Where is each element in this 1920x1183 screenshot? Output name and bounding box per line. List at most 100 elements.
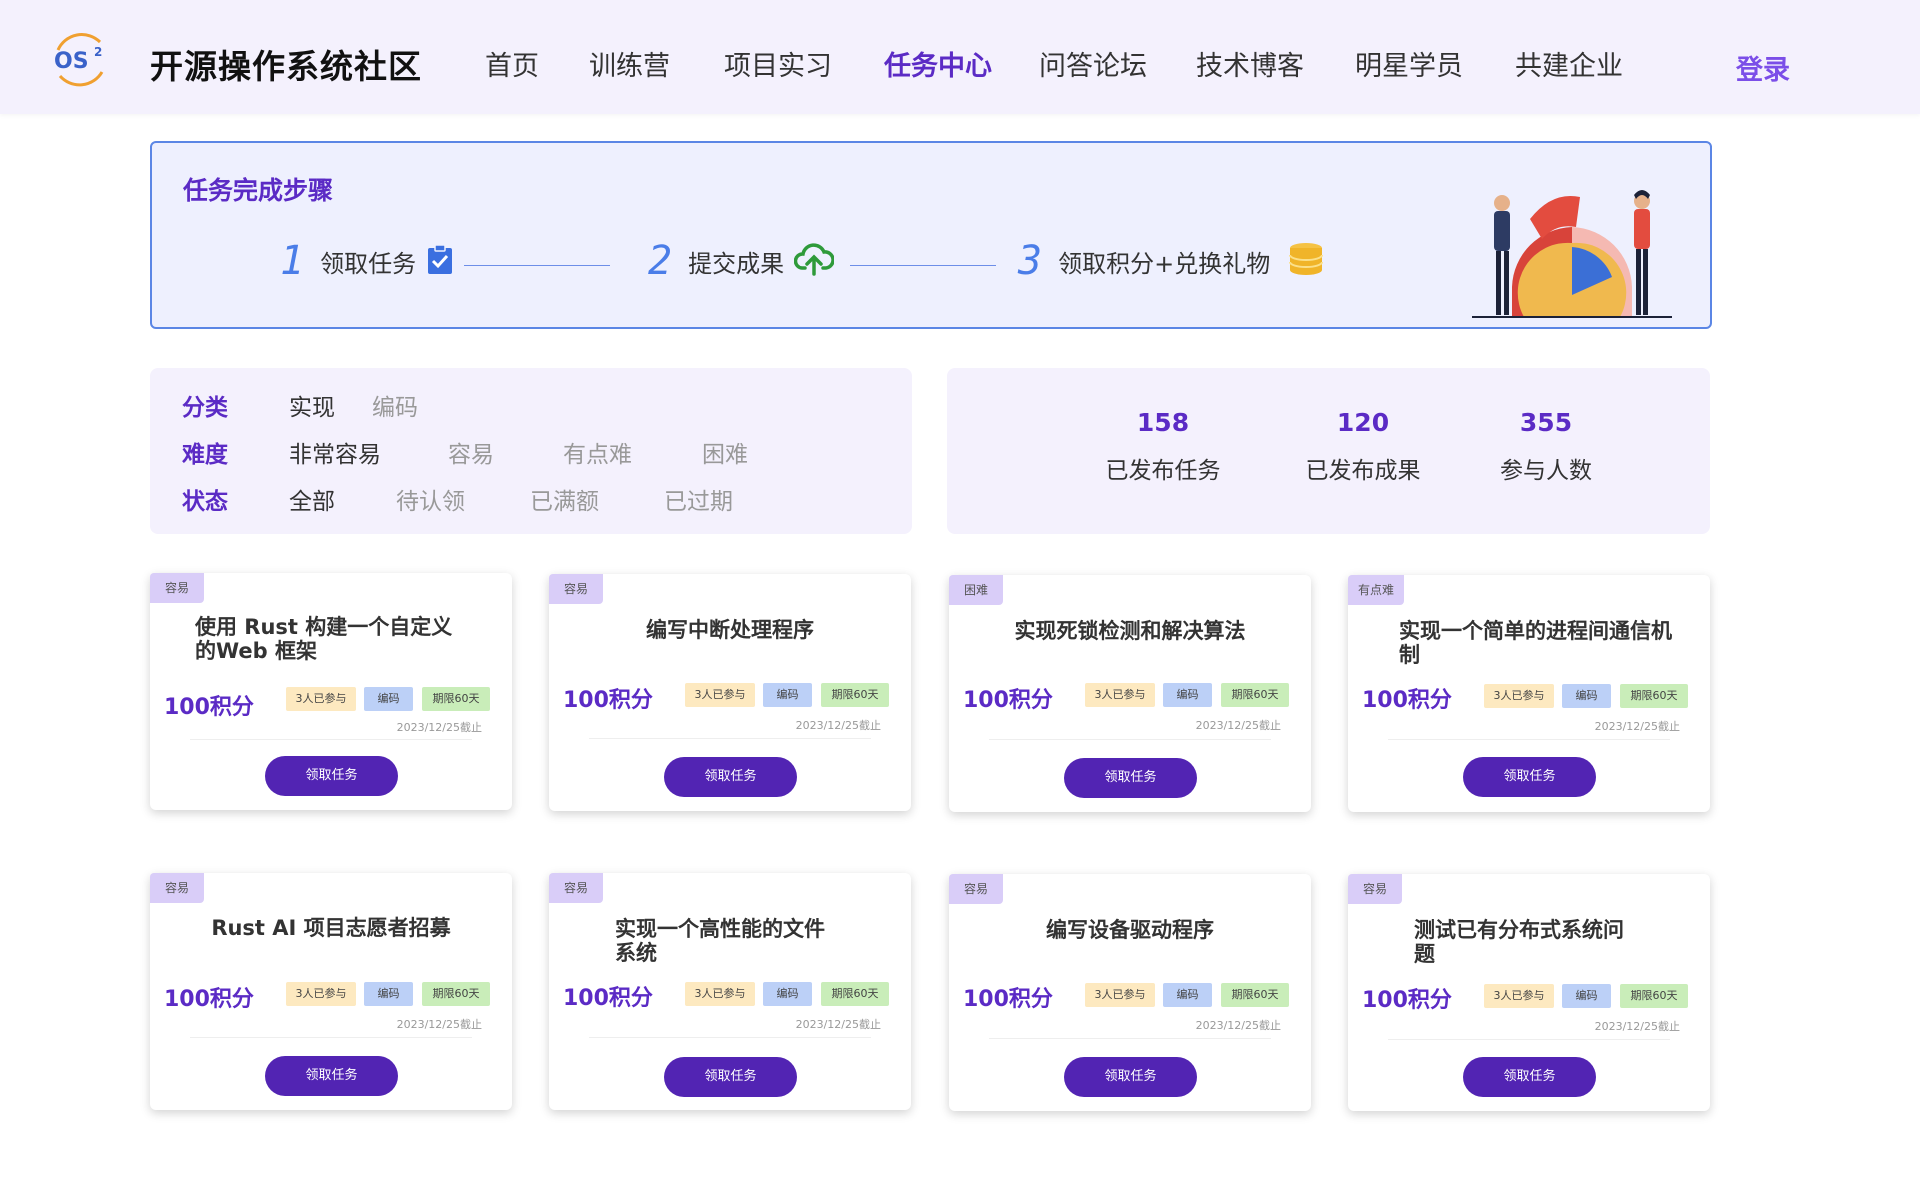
card-divider [989, 1038, 1271, 1039]
filter-option[interactable]: 全部 [289, 482, 335, 516]
stat-value: 355 [1519, 408, 1573, 437]
task-points: 100积分 [164, 695, 254, 720]
claim-task-button[interactable]: 领取任务 [1463, 1057, 1596, 1097]
claim-task-button[interactable]: 领取任务 [1463, 757, 1596, 797]
claim-task-button[interactable]: 领取任务 [1064, 758, 1197, 798]
task-card: 容易 测试已有分布式系统问题 100积分 3人已参与 编码 期限60天 2023… [1348, 874, 1710, 1111]
deadline-tag: 期限60天 [821, 683, 889, 707]
cloud-upload-icon [793, 242, 835, 280]
task-points: 100积分 [1362, 688, 1452, 713]
difficulty-badge: 容易 [150, 573, 204, 603]
task-card: 容易 编写设备驱动程序 100积分 3人已参与 编码 期限60天 2023/12… [949, 874, 1311, 1111]
type-tag: 编码 [364, 982, 413, 1006]
filter-option[interactable]: 待认领 [396, 482, 465, 516]
deadline-tag: 期限60天 [422, 687, 490, 711]
step-label: 领取任务 [320, 249, 417, 278]
site-logo[interactable]: OS 2 [50, 28, 110, 90]
claim-task-button[interactable]: 领取任务 [265, 1056, 398, 1096]
step-3: 3 领取积分+兑换礼物 [1018, 241, 1324, 281]
task-points: 100积分 [563, 688, 653, 713]
deadline-tag: 期限60天 [1221, 983, 1289, 1007]
claim-task-button[interactable]: 领取任务 [265, 756, 398, 796]
filter-option[interactable]: 已满额 [530, 482, 599, 516]
card-divider [190, 1037, 472, 1038]
filter-label-difficulty: 难度 [182, 442, 228, 468]
nav-blog[interactable]: 技术博客 [1196, 44, 1304, 83]
nav-bootcamp[interactable]: 训练营 [589, 44, 670, 83]
claim-task-button[interactable]: 领取任务 [664, 1057, 797, 1097]
filter-option[interactable]: 困难 [702, 435, 748, 469]
task-points: 100积分 [164, 987, 254, 1012]
difficulty-badge: 容易 [949, 874, 1003, 904]
card-divider [589, 1037, 871, 1038]
teamwork-puzzle-illustration [1472, 177, 1672, 319]
login-link[interactable]: 登录 [1736, 48, 1790, 87]
task-title[interactable]: 使用 Rust 构建一个自定义的Web 框架 [195, 615, 465, 663]
stat-label: 已发布任务 [1105, 458, 1221, 484]
filter-label-category: 分类 [182, 395, 228, 421]
site-title: 开源操作系统社区 [150, 47, 422, 86]
claim-task-button[interactable]: 领取任务 [1064, 1057, 1197, 1097]
step-connector [850, 265, 996, 266]
card-divider [1388, 1039, 1670, 1040]
task-title[interactable]: Rust AI 项目志愿者招募 [150, 916, 512, 940]
participants-tag: 3人已参与 [1484, 984, 1554, 1008]
filter-option[interactable]: 编码 [372, 388, 418, 422]
filter-option[interactable]: 已过期 [664, 482, 733, 516]
filter-label-status: 状态 [182, 489, 228, 515]
task-title[interactable]: 测试已有分布式系统问题 [1414, 918, 1644, 966]
task-card: 容易 使用 Rust 构建一个自定义的Web 框架 100积分 3人已参与 编码… [150, 573, 512, 810]
task-card: 有点难 实现一个简单的进程间通信机制 100积分 3人已参与 编码 期限60天 … [1348, 575, 1710, 812]
participants-tag: 3人已参与 [1085, 683, 1155, 707]
card-divider [589, 738, 871, 739]
difficulty-badge: 困难 [949, 575, 1003, 605]
type-tag: 编码 [1163, 683, 1212, 707]
coins-stack-icon [1288, 242, 1324, 280]
filter-option[interactable]: 实现 [289, 388, 335, 422]
step-2: 2 提交成果 [648, 238, 835, 284]
nav-task-center[interactable]: 任务中心 [884, 44, 992, 83]
stat-published-tasks: 158 已发布任务 [1083, 408, 1243, 485]
task-title[interactable]: 编写设备驱动程序 [949, 918, 1311, 942]
task-steps-banner: 任务完成步骤 1 领取任务 2 提交成果 3 领取积分+兑换礼物 [150, 141, 1712, 329]
participants-tag: 3人已参与 [1484, 684, 1554, 708]
nav-star-students[interactable]: 明星学员 [1355, 44, 1463, 83]
stat-label: 已发布成果 [1305, 458, 1421, 484]
type-tag: 编码 [364, 687, 413, 711]
nav-internship[interactable]: 项目实习 [724, 44, 832, 83]
task-deadline-date: 2023/12/25截止 [795, 1018, 881, 1031]
deadline-tag: 期限60天 [1620, 684, 1688, 708]
stat-participants: 355 参与人数 [1466, 408, 1626, 485]
task-points: 100积分 [563, 986, 653, 1011]
task-title[interactable]: 实现死锁检测和解决算法 [949, 619, 1311, 643]
claim-task-button[interactable]: 领取任务 [664, 757, 797, 797]
type-tag: 编码 [763, 683, 812, 707]
task-points: 100积分 [963, 987, 1053, 1012]
difficulty-badge: 容易 [549, 574, 603, 604]
task-card: 困难 实现死锁检测和解决算法 100积分 3人已参与 编码 期限60天 2023… [949, 575, 1311, 812]
svg-text:2: 2 [94, 45, 102, 59]
type-tag: 编码 [1163, 983, 1212, 1007]
task-deadline-date: 2023/12/25截止 [795, 719, 881, 732]
nav-home[interactable]: 首页 [485, 44, 539, 83]
step-number: 2 [648, 238, 673, 284]
task-card: 容易 编写中断处理程序 100积分 3人已参与 编码 期限60天 2023/12… [549, 574, 911, 811]
deadline-tag: 期限60天 [1620, 984, 1688, 1008]
task-title[interactable]: 实现一个简单的进程间通信机制 [1399, 619, 1679, 667]
nav-forum[interactable]: 问答论坛 [1039, 44, 1147, 83]
deadline-tag: 期限60天 [1221, 683, 1289, 707]
step-1: 1 领取任务 [280, 241, 454, 281]
task-deadline-date: 2023/12/25截止 [1195, 1019, 1281, 1032]
participants-tag: 3人已参与 [685, 982, 755, 1006]
task-title[interactable]: 实现一个高性能的文件系统 [615, 917, 845, 965]
stat-published-results: 120 已发布成果 [1283, 408, 1443, 485]
type-tag: 编码 [1562, 984, 1611, 1008]
task-card: 容易 实现一个高性能的文件系统 100积分 3人已参与 编码 期限60天 202… [549, 873, 911, 1110]
task-title[interactable]: 编写中断处理程序 [549, 618, 911, 642]
nav-partners[interactable]: 共建企业 [1515, 44, 1623, 83]
participants-tag: 3人已参与 [1085, 983, 1155, 1007]
filter-option[interactable]: 容易 [448, 435, 494, 469]
task-filters: 分类 实现 编码 难度 非常容易 容易 有点难 困难 状态 全部 待认领 已满额… [150, 368, 912, 534]
filter-option[interactable]: 有点难 [563, 435, 632, 469]
filter-option[interactable]: 非常容易 [289, 435, 381, 469]
